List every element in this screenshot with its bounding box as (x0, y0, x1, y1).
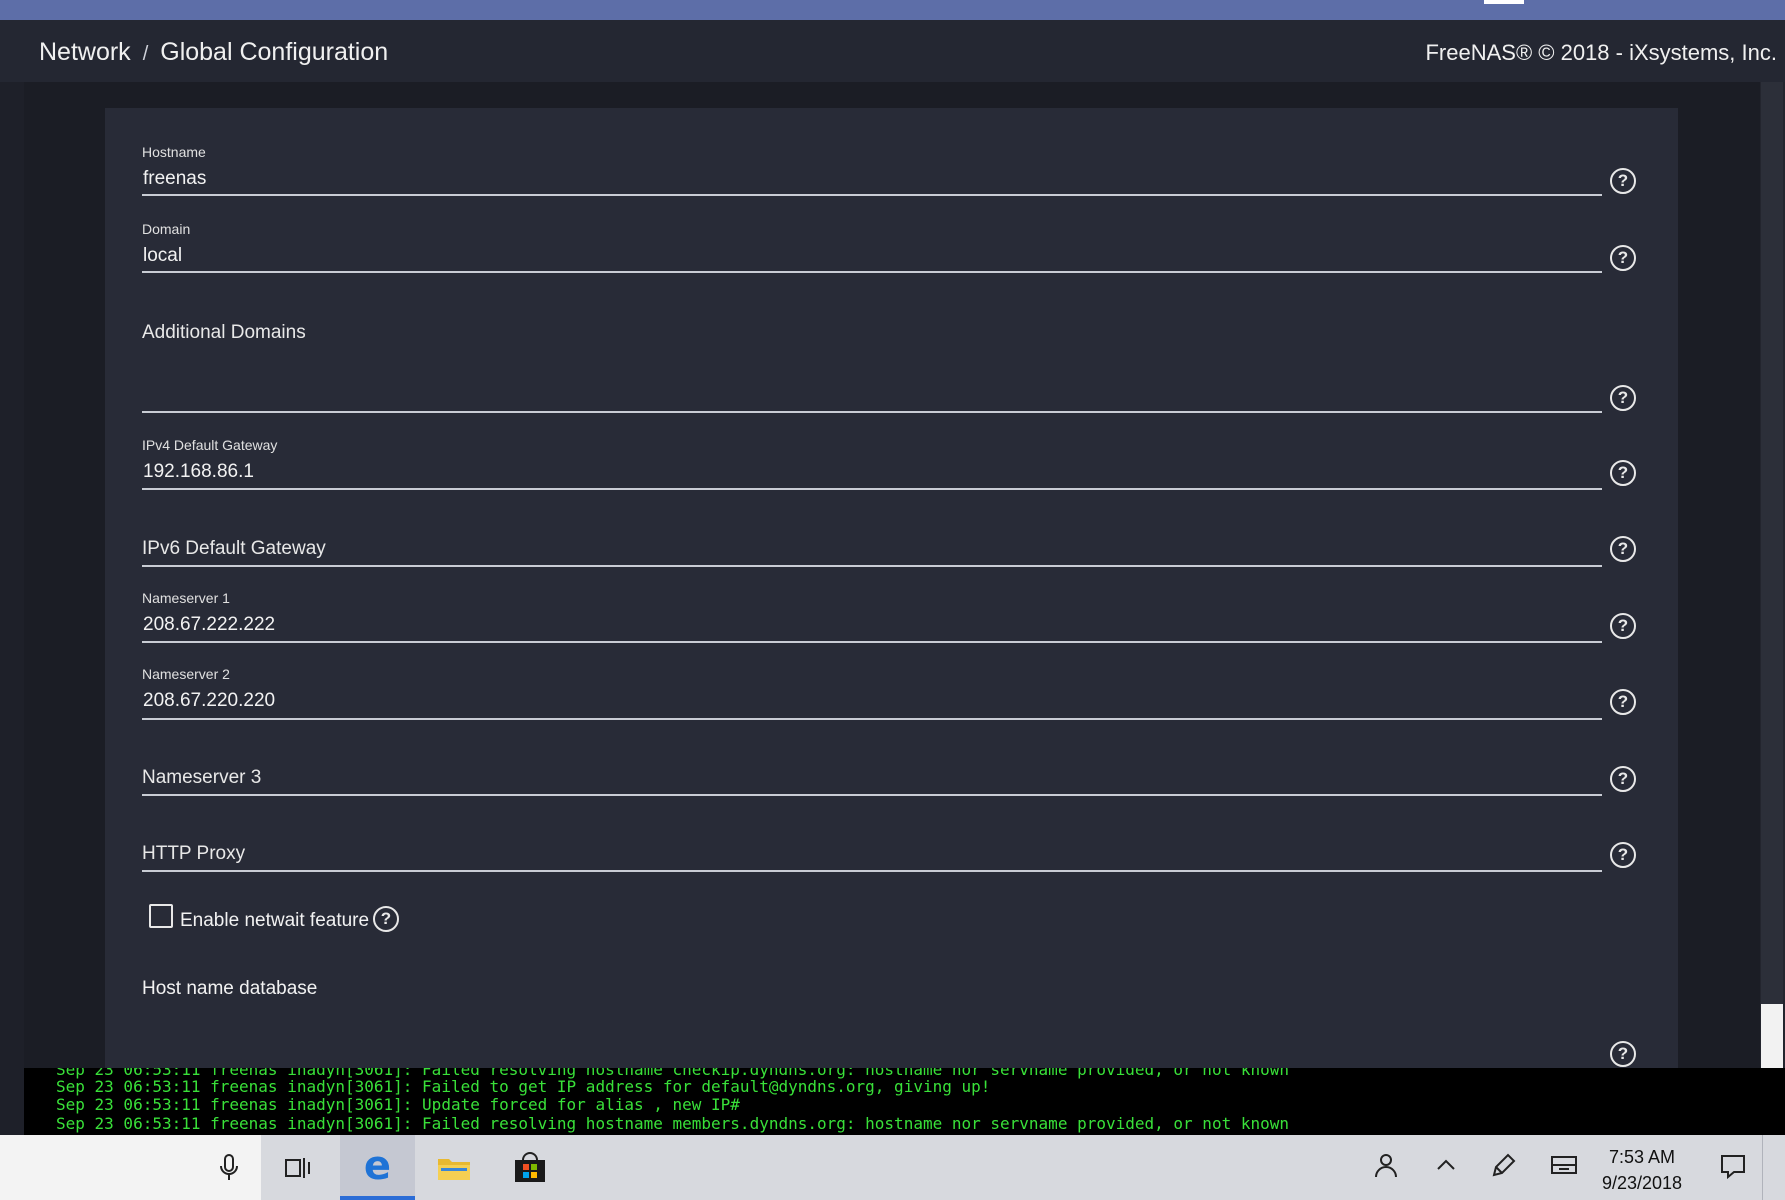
nameserver1-label: Nameserver 1 (142, 590, 230, 606)
http-proxy-placeholder: HTTP Proxy (142, 843, 246, 864)
nameserver3-help-icon[interactable]: ? (1610, 766, 1636, 792)
edge-e-glyph: e (363, 1142, 392, 1189)
console-line: Sep 23 06:53:11 freenas inadyn[3061]: Fa… (56, 1114, 1289, 1133)
ipv4-gateway-help-icon[interactable]: ? (1610, 460, 1636, 486)
nameserver2-underline (142, 718, 1602, 720)
domain-input[interactable]: local (143, 245, 182, 267)
action-center-icon[interactable] (1720, 1153, 1746, 1186)
nameserver3-placeholder: Nameserver 3 (142, 767, 262, 788)
ipv4-gateway-label: IPv4 Default Gateway (142, 437, 278, 453)
nameserver1-field[interactable]: Nameserver 1 208.67.222.222 (142, 590, 1602, 644)
ipv6-gateway-help-icon[interactable]: ? (1610, 536, 1636, 562)
domain-label: Domain (142, 221, 191, 237)
ipv4-gateway-underline (142, 488, 1602, 490)
nameserver1-underline (142, 641, 1602, 643)
clock-time: 7:53 AM (1608, 1147, 1676, 1167)
additional-domains-label: Additional Domains (142, 322, 306, 343)
additional-domains-underline (142, 411, 1602, 413)
nameserver2-label: Nameserver 2 (142, 666, 230, 682)
hostname-input[interactable]: freenas (143, 168, 206, 190)
ipv6-gateway-placeholder: IPv6 Default Gateway (142, 538, 326, 559)
console-line: Sep 23 06:53:11 freenas inadyn[3061]: Fa… (56, 1077, 991, 1096)
scrollbar-track-end[interactable] (1761, 1004, 1783, 1068)
hostname-underline (142, 194, 1602, 196)
taskbar-clock[interactable]: 7:53 AM 9/23/2018 (1597, 1144, 1687, 1196)
scrollbar-thumb[interactable] (1761, 82, 1783, 1004)
touch-keyboard-icon[interactable] (1551, 1153, 1577, 1184)
hostname-label: Hostname (142, 144, 206, 160)
http-proxy-help-icon[interactable]: ? (1610, 842, 1636, 868)
people-icon[interactable] (1372, 1153, 1398, 1186)
ipv4-gateway-field[interactable]: IPv4 Default Gateway 192.168.86.1 (142, 437, 1602, 491)
ipv6-gateway-underline (142, 565, 1602, 567)
host-name-database-help-icon[interactable]: ? (1610, 1041, 1636, 1067)
nameserver1-help-icon[interactable]: ? (1610, 613, 1636, 639)
http-proxy-field[interactable]: HTTP Proxy (142, 843, 1602, 873)
netwait-label[interactable]: Enable netwait feature (180, 910, 369, 932)
nameserver3-underline (142, 794, 1602, 796)
microphone-icon[interactable] (218, 1153, 240, 1183)
show-desktop-divider[interactable] (1762, 1135, 1763, 1200)
netwait-checkbox[interactable] (149, 904, 173, 928)
domain-underline (142, 271, 1602, 273)
top-bar-indicator (1484, 0, 1524, 4)
page-header: Network / Global Configuration FreeNAS® © … (0, 20, 1785, 82)
nameserver2-help-icon[interactable]: ? (1610, 689, 1636, 715)
http-proxy-underline (142, 870, 1602, 872)
host-name-database-label: Host name database (142, 978, 318, 999)
domain-help-icon[interactable]: ? (1610, 245, 1636, 271)
task-view-icon[interactable] (276, 1135, 320, 1200)
netwait-help-icon[interactable]: ? (373, 906, 399, 932)
console-line: Sep 23 06:53:11 freenas inadyn[3061]: Up… (56, 1095, 740, 1114)
breadcrumb-global-configuration: Global Configuration (160, 38, 389, 66)
breadcrumb-network[interactable]: Network (39, 38, 131, 66)
top-accent-bar (0, 0, 1785, 20)
additional-domains-help-icon[interactable]: ? (1610, 385, 1636, 411)
console-log-panel: Sep 23 06:53:11 freenas inadyn[3061]: Fa… (24, 1068, 1785, 1135)
taskbar-search-box[interactable] (0, 1135, 261, 1200)
additional-domains-field[interactable]: Additional Domains (142, 322, 1602, 414)
pen-icon[interactable] (1490, 1153, 1516, 1186)
hostname-field[interactable]: Hostname freenas (142, 144, 1602, 196)
nameserver2-input[interactable]: 208.67.220.220 (143, 690, 275, 712)
domain-field[interactable]: Domain local (142, 221, 1602, 273)
file-explorer-icon[interactable] (432, 1135, 476, 1200)
nameserver3-field[interactable]: Nameserver 3 (142, 767, 1602, 797)
copyright-text: FreeNAS® © 2018 - iXsystems, Inc. (1425, 40, 1777, 65)
nameserver1-input[interactable]: 208.67.222.222 (143, 614, 275, 636)
ipv4-gateway-input[interactable]: 192.168.86.1 (143, 461, 254, 483)
breadcrumb: Network / Global Configuration (39, 38, 388, 67)
windows-taskbar: e 7:53 AM 9/23/2018 (0, 1135, 1785, 1200)
nameserver2-field[interactable]: Nameserver 2 208.67.220.220 (142, 666, 1602, 720)
clock-date: 9/23/2018 (1601, 1173, 1683, 1193)
chevron-up-icon[interactable] (1434, 1153, 1458, 1184)
store-icon[interactable] (508, 1135, 552, 1200)
breadcrumb-separator: / (142, 43, 149, 65)
ipv6-gateway-field[interactable]: IPv6 Default Gateway (142, 538, 1602, 568)
hostname-help-icon[interactable]: ? (1610, 168, 1636, 194)
edge-browser-icon[interactable]: e (340, 1135, 415, 1200)
